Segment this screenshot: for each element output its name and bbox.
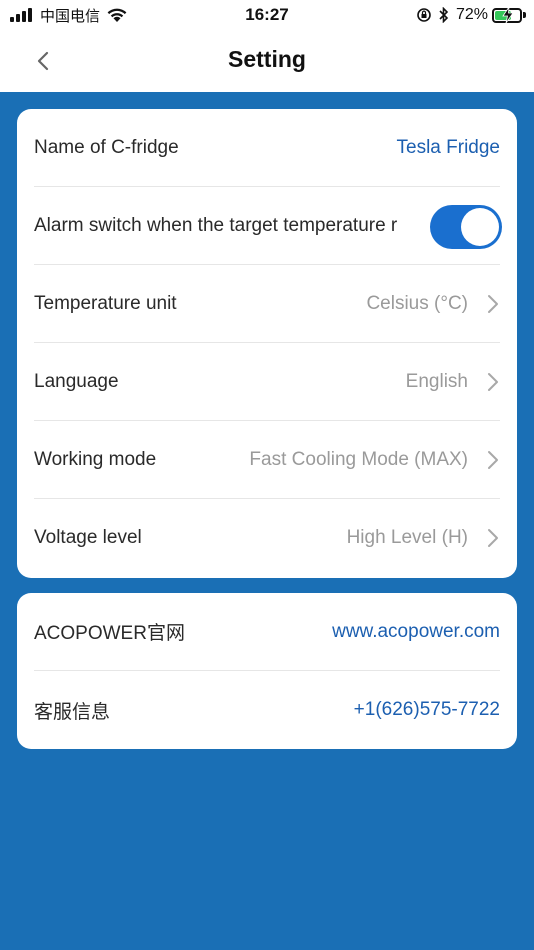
customer-service-row[interactable]: 客服信息 +1(626)575-7722: [34, 671, 500, 749]
contact-card: ACOPOWER官网 www.acopower.com 客服信息 +1(626)…: [17, 593, 517, 749]
working-mode-value: Fast Cooling Mode (MAX): [249, 448, 468, 470]
name-value[interactable]: Tesla Fridge: [397, 137, 501, 159]
page-title: Setting: [228, 46, 306, 72]
charging-bolt-icon: [502, 6, 514, 23]
battery-tip: [523, 12, 526, 18]
header-area: 中国电信 16:27 72% Setting: [0, 0, 534, 92]
orientation-lock-icon: [416, 7, 432, 23]
bluetooth-icon: [438, 7, 450, 23]
temperature-unit-label: Temperature unit: [34, 292, 177, 314]
battery-icon: [492, 6, 522, 23]
name-label: Name of C-fridge: [34, 136, 179, 158]
alarm-label: Alarm switch when the target temperature…: [34, 214, 398, 236]
website-link[interactable]: www.acopower.com: [332, 621, 500, 643]
temperature-unit-row[interactable]: Temperature unit Celsius (°C): [34, 265, 500, 343]
chevron-right-icon: [488, 372, 498, 391]
language-value: English: [405, 370, 468, 392]
phone-link[interactable]: +1(626)575-7722: [354, 699, 500, 721]
status-right: 72%: [416, 5, 526, 25]
battery-percent: 72%: [455, 6, 488, 23]
alarm-row: Alarm switch when the target temperature…: [34, 187, 502, 265]
temperature-unit-value: Celsius (°C): [366, 292, 468, 314]
status-bar: 中国电信 16:27 72%: [0, 0, 534, 30]
chevron-right-icon: [488, 529, 498, 547]
working-mode-row[interactable]: Working mode Fast Cooling Mode (MAX): [34, 421, 500, 499]
language-row[interactable]: Language English: [34, 343, 500, 421]
name-row[interactable]: Name of C-fridge Tesla Fridge: [34, 109, 500, 187]
voltage-level-value: High Level (H): [346, 527, 468, 548]
working-mode-label: Working mode: [34, 448, 157, 470]
temperature-unit-value-group: Celsius (°C): [366, 293, 500, 315]
nav-bar: Setting: [0, 30, 534, 92]
language-label: Language: [34, 370, 119, 392]
chevron-right-icon: [488, 294, 498, 313]
website-row[interactable]: ACOPOWER官网 www.acopower.com: [34, 593, 500, 671]
working-mode-value-group: Fast Cooling Mode (MAX): [249, 449, 500, 471]
settings-card: Name of C-fridge Tesla Fridge Alarm swit…: [17, 109, 517, 578]
customer-service-label: 客服信息: [34, 701, 111, 723]
language-value-group: English: [406, 371, 500, 393]
voltage-level-label: Voltage level: [34, 527, 142, 548]
website-label: ACOPOWER官网: [34, 623, 185, 644]
voltage-level-value-group: High Level (H): [347, 527, 500, 549]
alarm-toggle[interactable]: [430, 205, 502, 249]
toggle-knob: [461, 208, 499, 246]
voltage-level-row[interactable]: Voltage level High Level (H): [34, 499, 500, 577]
chevron-right-icon: [488, 450, 498, 469]
